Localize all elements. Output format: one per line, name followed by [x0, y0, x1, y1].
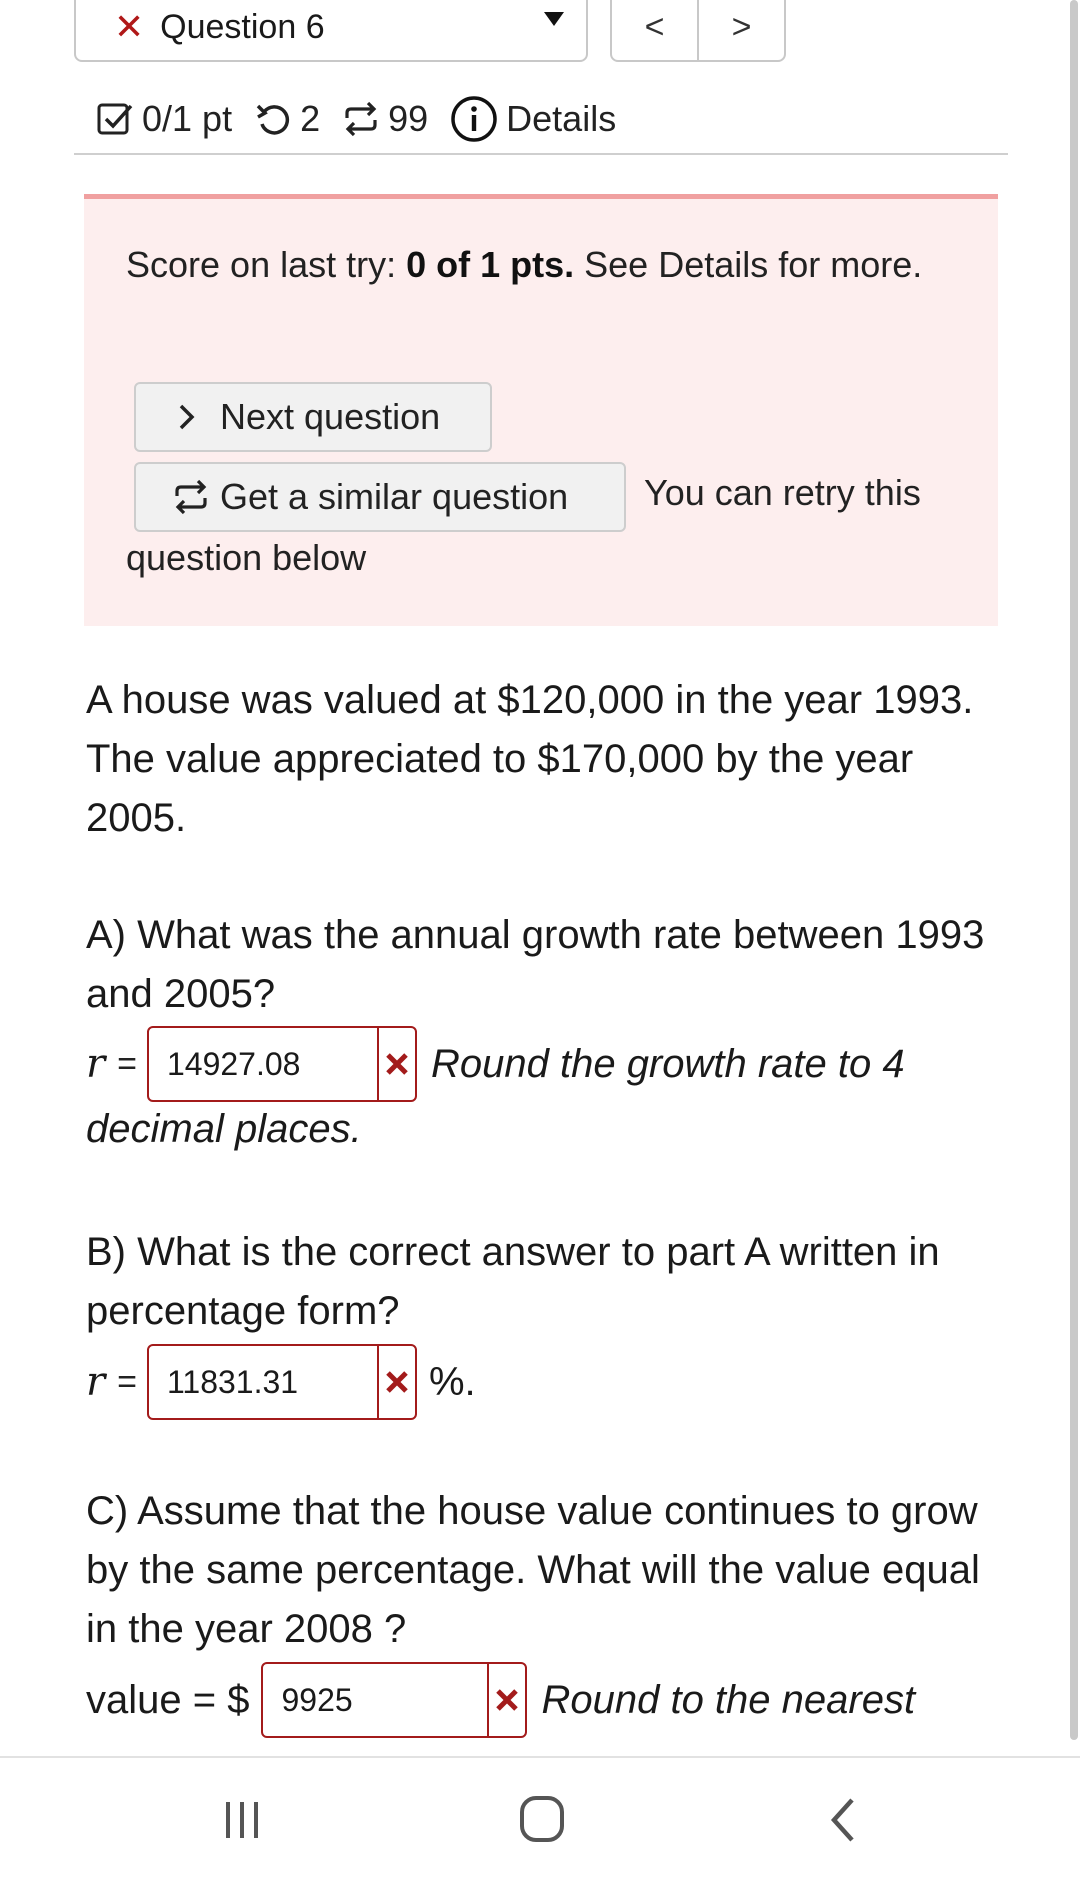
undo-icon [256, 104, 290, 135]
question-nav-group: < > [610, 0, 786, 62]
back-icon[interactable] [826, 1796, 860, 1844]
score-suffix: See Details for more. [574, 244, 923, 285]
question-status-row: 0/1 pt 2 99 Details [96, 92, 638, 146]
chevron-left-icon: < [644, 7, 665, 46]
part-b-variable: r [86, 1359, 106, 1405]
part-a-answer-value: 14927.08 [166, 1045, 301, 1082]
incorrect-x-icon [376, 1028, 415, 1100]
system-navigation-bar [0, 1756, 1080, 1883]
incorrect-x-icon [376, 1346, 415, 1418]
part-a-variable: r [86, 1041, 106, 1087]
incorrect-x-icon: ✕ [114, 6, 145, 47]
part-b-prompt: B) What is the correct answer to part A … [86, 1230, 940, 1333]
part-c-answer-value: 9925 [281, 1681, 353, 1718]
part-c-answer-input[interactable]: 9925 [261, 1662, 528, 1738]
part-a-hint: Round the growth rate to 4 [430, 1041, 905, 1086]
part-a-answer-input[interactable]: 14927.08 [146, 1026, 417, 1102]
retry-text: You can retry this [644, 472, 921, 513]
points-status: 0/1 pt [96, 98, 232, 140]
retries-count: 2 [300, 98, 321, 139]
part-b-answer-value: 11831.31 [166, 1363, 299, 1400]
part-b-unit: %. [428, 1359, 476, 1404]
score-value: 0 of 1 pts. [406, 244, 575, 285]
recent-apps-icon[interactable] [220, 1798, 264, 1842]
dropdown-caret-icon [544, 12, 564, 26]
details-label: Details [506, 98, 617, 139]
points-text: 0/1 pt [142, 98, 233, 139]
retries-status: 2 [254, 98, 320, 140]
part-c-hint: Round to the nearest [541, 1677, 916, 1722]
part-b-answer-row: r = 11831.31 %. [86, 1343, 476, 1421]
equals-sign: = [117, 1362, 137, 1401]
part-a-prompt: A) What was the annual growth rate betwe… [86, 913, 985, 1016]
question-selector[interactable]: ✕ Question 6 [74, 0, 588, 62]
equals-sign: = [117, 1044, 137, 1083]
part-c-label: value = $ [86, 1677, 250, 1722]
next-question-label: Next question [220, 396, 441, 437]
page-scrollbar[interactable] [1070, 0, 1078, 1740]
details-link[interactable]: Details [450, 95, 616, 143]
chevron-right-icon: > [731, 7, 752, 46]
score-prefix: Score on last try: [126, 244, 407, 285]
repeat-icon [175, 479, 207, 515]
chevron-right-icon [179, 404, 195, 430]
retry-text-continued: question below [126, 537, 367, 578]
score-message: Score on last try: 0 of 1 pts. See Detai… [126, 240, 966, 290]
previous-question-button[interactable]: < [612, 0, 697, 60]
question-intro: A house was valued at $120,000 in the ye… [86, 678, 974, 840]
attempts-count: 99 [388, 98, 429, 139]
info-icon [451, 96, 497, 142]
next-question-arrow-button[interactable]: > [697, 0, 784, 60]
part-c-prompt: C) Assume that the house value continues… [86, 1489, 980, 1651]
part-a-answer-row: r = 14927.08 Round the growth rate to 4 [86, 1025, 905, 1103]
part-c-answer-row: value = $ 9925 Round to the nearest [86, 1661, 915, 1739]
home-icon[interactable] [518, 1794, 566, 1844]
checkbox-icon [97, 103, 133, 135]
repeat-icon [345, 101, 377, 137]
similar-question-button[interactable]: Get a similar question [134, 462, 626, 532]
attempts-status: 99 [342, 98, 428, 140]
similar-question-label: Get a similar question [220, 476, 569, 517]
header-divider [74, 153, 1008, 155]
part-a-hint-continued: decimal places. [86, 1107, 362, 1151]
next-question-button[interactable]: Next question [134, 382, 492, 452]
incorrect-x-icon [487, 1664, 525, 1736]
part-b-answer-input[interactable]: 11831.31 [146, 1344, 417, 1420]
question-selector-label: Question 6 [160, 7, 325, 46]
